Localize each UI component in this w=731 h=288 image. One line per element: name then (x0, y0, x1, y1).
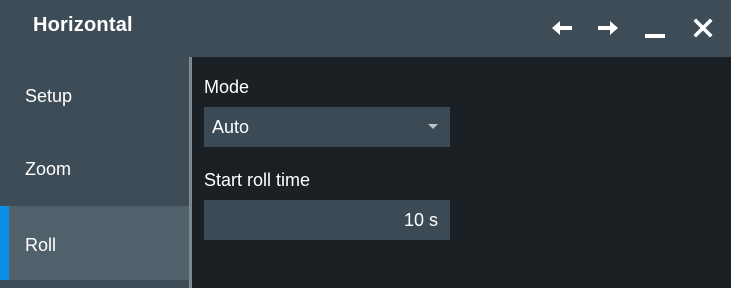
mode-dropdown[interactable]: Auto (204, 107, 450, 147)
chevron-down-icon (428, 124, 438, 129)
back-button[interactable] (547, 13, 577, 43)
dialog-title: Horizontal (33, 14, 133, 36)
mode-value: Auto (212, 117, 250, 137)
sidebar: Setup Zoom Roll (0, 57, 189, 288)
start-roll-time-value: 10 s (403, 210, 438, 230)
tab-zoom-label: Zoom (25, 159, 72, 179)
active-tab-indicator (0, 206, 9, 280)
horizontal-dialog: Horizontal Setup Zoom Roll Mode Auto Sta… (0, 0, 731, 288)
tab-roll-label: Roll (25, 235, 57, 255)
arrow-right-icon (596, 18, 620, 38)
minimize-button[interactable] (640, 13, 670, 43)
title-bar: Horizontal (0, 0, 731, 57)
start-roll-time-label: Start roll time (204, 170, 311, 190)
tab-zoom[interactable]: Zoom (0, 133, 189, 206)
forward-button[interactable] (593, 13, 623, 43)
mode-label: Mode (204, 77, 250, 97)
start-roll-time-input[interactable]: 10 s (204, 200, 450, 240)
minimize-icon (644, 17, 666, 39)
roll-settings-panel: Mode Auto Start roll time 10 s (192, 57, 731, 288)
close-icon (693, 18, 713, 38)
tab-setup[interactable]: Setup (0, 57, 189, 133)
tab-setup-label: Setup (25, 86, 73, 106)
tab-roll[interactable]: Roll (0, 206, 189, 280)
arrow-left-icon (550, 18, 574, 38)
close-button[interactable] (688, 13, 718, 43)
